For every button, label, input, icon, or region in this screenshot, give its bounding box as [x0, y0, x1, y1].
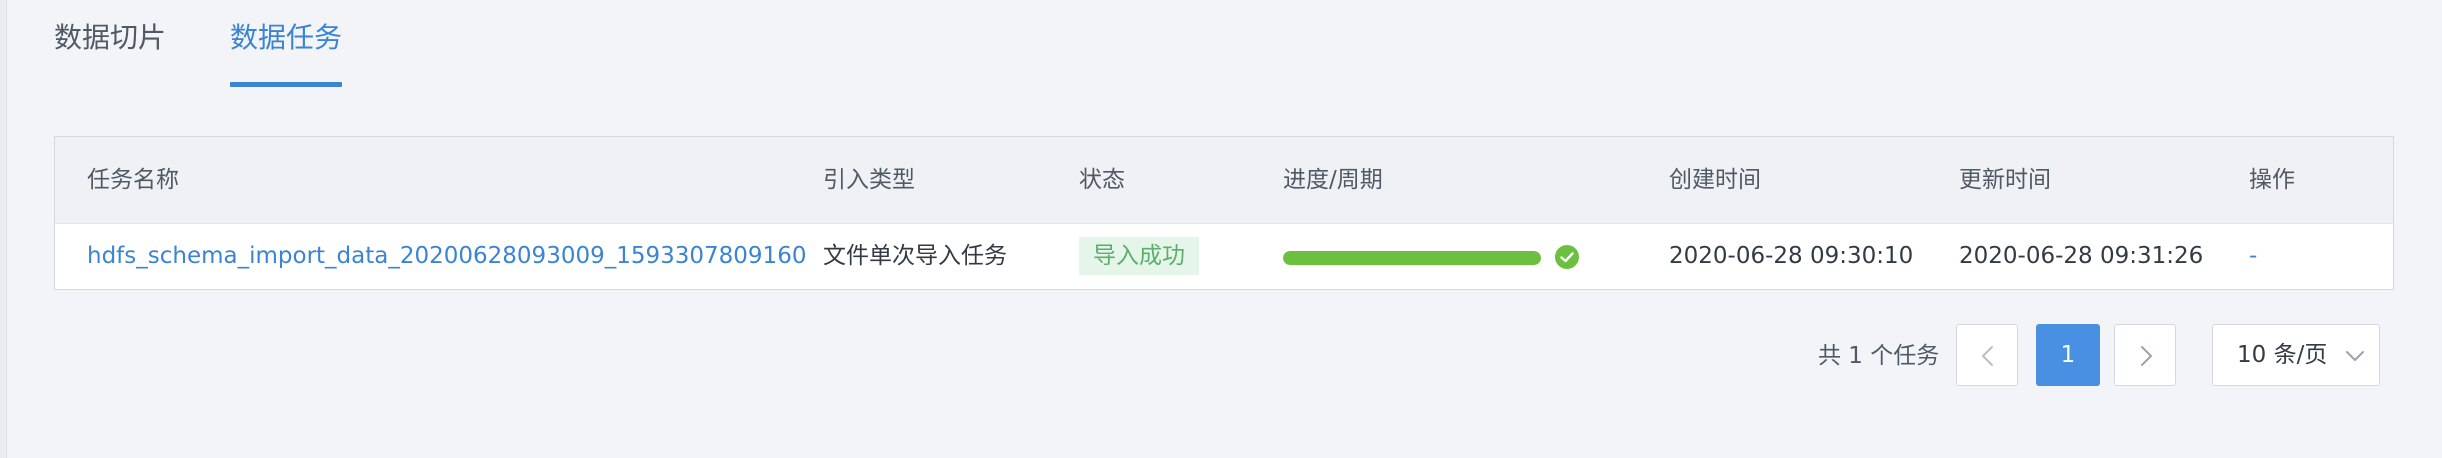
- table-row: hdfs_schema_import_data_20200628093009_1…: [55, 223, 2393, 289]
- tab-data-tasks[interactable]: 数据任务: [230, 18, 342, 58]
- column-header-task-name: 任务名称: [87, 167, 179, 193]
- chevron-left-icon: [1982, 346, 1993, 366]
- progress-bar-fill: [1283, 251, 1541, 265]
- page-size-label: 10 条/页: [2237, 342, 2328, 368]
- next-page-button[interactable]: [2114, 324, 2176, 386]
- chevron-right-icon: [2141, 346, 2152, 366]
- column-header-updated-time: 更新时间: [1959, 167, 2051, 193]
- column-header-actions: 操作: [2249, 167, 2295, 193]
- active-tab-indicator: [230, 82, 342, 87]
- table-header: 任务名称 引入类型 状态 进度/周期 创建时间 更新时间 操作: [55, 137, 2393, 224]
- pagination-total: 共 1 个任务: [1818, 343, 1940, 369]
- progress-bar: [1283, 251, 1541, 265]
- column-header-progress: 进度/周期: [1283, 167, 1383, 193]
- task-name-link[interactable]: hdfs_schema_import_data_20200628093009_1…: [87, 223, 806, 289]
- tab-bar: 数据切片 数据任务: [0, 0, 2442, 90]
- chevron-down-icon: [2346, 351, 2364, 361]
- tab-data-slices[interactable]: 数据切片: [54, 18, 166, 58]
- page-number-button[interactable]: 1: [2036, 324, 2100, 386]
- task-table: 任务名称 引入类型 状态 进度/周期 创建时间 更新时间 操作 hdfs_sch…: [54, 136, 2394, 290]
- column-header-status: 状态: [1079, 167, 1125, 193]
- prev-page-button[interactable]: [1956, 324, 2018, 386]
- column-header-import-type: 引入类型: [823, 167, 915, 193]
- check-circle-icon: [1555, 245, 1579, 269]
- action-link[interactable]: -: [2249, 223, 2257, 289]
- import-type-cell: 文件单次导入任务: [823, 243, 1007, 269]
- updated-time-cell: 2020-06-28 09:31:26: [1959, 243, 2204, 269]
- column-header-created-time: 创建时间: [1669, 167, 1761, 193]
- progress-cell: [1283, 223, 1603, 289]
- page-size-select[interactable]: 10 条/页: [2212, 324, 2380, 386]
- status-badge: 导入成功: [1079, 237, 1199, 275]
- created-time-cell: 2020-06-28 09:30:10: [1669, 243, 1914, 269]
